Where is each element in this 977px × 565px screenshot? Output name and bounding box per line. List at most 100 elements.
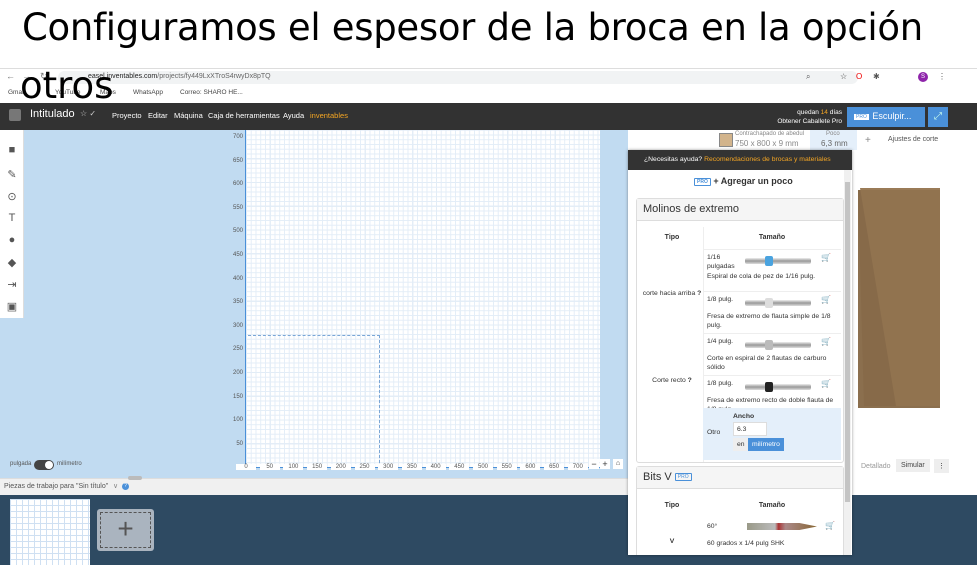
endmill-row[interactable]: 1/16 pulgadas 🛒 Espiral de cola de pez d…: [703, 249, 841, 291]
cube-icon[interactable]: ▣: [4, 300, 20, 316]
menu-proyecto[interactable]: Proyecto: [112, 111, 142, 120]
unit-toggle[interactable]: [34, 460, 54, 470]
add-bit-icon[interactable]: +: [865, 135, 871, 146]
resize-handle[interactable]: [128, 476, 142, 480]
width-input[interactable]: 6.3: [733, 422, 767, 436]
text-icon[interactable]: T: [4, 212, 20, 228]
type-straight: Corte recto ?: [642, 376, 702, 385]
workpiece-thumbnail[interactable]: [10, 499, 90, 565]
add-workpiece-button[interactable]: +: [97, 509, 154, 551]
material-swatch[interactable]: [719, 133, 733, 147]
y-tick-label: 100: [232, 417, 243, 424]
3d-box-icon[interactable]: ◆: [4, 256, 20, 272]
menu-caja-herramientas[interactable]: Caja de herramientas: [208, 111, 280, 120]
favorite-star-icon[interactable]: ☆ ✓: [80, 109, 96, 118]
bit-size: 1/8 pulg.: [707, 296, 734, 303]
more-options-icon[interactable]: ⋮: [934, 459, 949, 473]
import-icon[interactable]: ⇥: [4, 278, 20, 294]
home-icon[interactable]: ⌂: [613, 459, 623, 469]
back-icon[interactable]: ←: [6, 71, 15, 81]
help-icon[interactable]: ?: [122, 483, 129, 490]
apps-icon[interactable]: ●: [4, 234, 20, 250]
help-icon[interactable]: ?: [697, 290, 701, 297]
y-tick-label: 200: [232, 370, 243, 376]
unit-inch-label: pulgada: [10, 461, 32, 467]
upcut-label: corte hacia arriba: [642, 290, 696, 297]
zoom-in-button[interactable]: +: [600, 459, 610, 469]
y-tick-label: 600: [232, 181, 243, 188]
vbit-size[interactable]: 60°: [707, 522, 717, 531]
project-title[interactable]: Intitulado: [30, 108, 75, 120]
star-icon[interactable]: ☆: [840, 72, 847, 81]
target-icon[interactable]: ⊙: [4, 190, 20, 206]
bit-size: 1/8 pulg.: [707, 380, 734, 387]
bookmark-correo[interactable]: Correo: SHARO HE...: [180, 89, 243, 96]
caption-line1: Configuramos el espesor de la broca en l…: [22, 6, 923, 49]
help-question: ¿Necesitas ayuda?: [644, 156, 703, 163]
cart-icon[interactable]: 🛒: [821, 253, 831, 262]
bit-description: Espiral de cola de pez de 1/16 pulg.: [707, 273, 816, 280]
menu-maquina[interactable]: Máquina: [174, 111, 203, 120]
y-tick-label: 150: [232, 393, 243, 400]
add-bit-button[interactable]: PRO + Agregar un poco: [694, 176, 793, 186]
trial-info[interactable]: quedan 14 días Obtener Caballete Pro: [770, 108, 842, 126]
cut-settings-button[interactable]: Ajustes de corte: [888, 136, 938, 143]
search-icon[interactable]: ⌕: [806, 72, 810, 82]
x-tick-label: 450: [449, 464, 470, 470]
material-name[interactable]: Contrachapado de abedul: [735, 131, 804, 137]
cart-icon[interactable]: 🛒: [821, 295, 831, 304]
bit-image: [745, 382, 811, 392]
shapes-icon[interactable]: ■: [4, 144, 20, 160]
x-tick-label: 250: [354, 464, 375, 470]
col-type: Tipo: [664, 234, 680, 241]
menu-editar[interactable]: Editar: [148, 111, 168, 120]
help-icon[interactable]: ?: [688, 377, 692, 384]
url-bar[interactable]: easel.inventables.com/projects/fy449LxXT…: [58, 71, 858, 84]
material-dims[interactable]: 750 x 800 x 9 mm: [735, 139, 799, 148]
endmills-title: Molinos de extremo: [637, 199, 843, 221]
chevron-down-icon[interactable]: ∨: [113, 482, 118, 490]
pro-badge: PRO: [853, 112, 870, 121]
vbits-section: Bits V PRO Tipo Tamaño V 60° 🛒 60 grados…: [636, 466, 844, 555]
x-tick-label: 550: [496, 464, 517, 470]
unit-mm-button[interactable]: milímetro: [748, 438, 784, 451]
x-tick-label: 200: [330, 464, 351, 470]
workpieces-label[interactable]: Piezas de trabajo para "Sin título": [4, 483, 108, 490]
pen-icon[interactable]: ✎: [4, 168, 20, 184]
endmill-row[interactable]: 1/8 pulg. 🛒 Fresa de extremo de flauta s…: [703, 291, 841, 333]
unit-in-button[interactable]: en: [733, 438, 749, 451]
simulate-button[interactable]: Simular: [896, 459, 930, 472]
other-bit-row: Otro Ancho 6.3 en milímetro: [703, 408, 841, 460]
x-tick-label: 700: [567, 464, 588, 470]
x-tick-label: 100: [283, 464, 304, 470]
bit-description: Fresa de extremo de flauta simple de 1/8…: [707, 313, 831, 329]
y-tick-label: 700: [232, 134, 243, 140]
vbit-desc: 60 grados x 1/4 pulg SHK: [707, 540, 785, 547]
detailed-button[interactable]: Detallado: [861, 463, 891, 470]
endmills-section: Molinos de extremo Tipo Tamaño corte hac…: [636, 198, 844, 463]
y-tick-label: 450: [232, 252, 243, 258]
vbits-header: Bits V PRO: [637, 467, 843, 489]
popup-scrollbar[interactable]: [844, 170, 851, 555]
opera-icon[interactable]: O: [856, 72, 862, 81]
y-tick-label: 250: [232, 346, 243, 353]
extensions-icon[interactable]: ✱: [873, 72, 880, 81]
endmill-row[interactable]: 1/4 pulg. 🛒 Corte en espiral de 2 flauta…: [703, 333, 841, 375]
cart-icon[interactable]: 🛒: [825, 521, 835, 530]
cart-icon[interactable]: 🛒: [821, 379, 831, 388]
logo-icon: [9, 109, 21, 121]
profile-avatar[interactable]: S: [918, 72, 928, 82]
bit-image: [745, 298, 811, 308]
brand-link[interactable]: inventables: [310, 111, 348, 120]
menu-icon[interactable]: ⋮: [938, 72, 946, 81]
zoom-out-button[interactable]: −: [589, 459, 599, 469]
vbit-image: [747, 523, 817, 530]
carve-button[interactable]: PRO Esculpir...: [847, 107, 925, 127]
bit-label: Poco: [826, 131, 840, 137]
menu-ayuda[interactable]: Ayuda: [283, 111, 304, 120]
fullscreen-button[interactable]: ⤢: [928, 107, 948, 127]
cart-icon[interactable]: 🛒: [821, 337, 831, 346]
pro-badge: PRO: [674, 473, 692, 482]
bookmark-whatsapp[interactable]: WhatsApp: [133, 89, 163, 96]
recommendations-link[interactable]: Recomendaciones de brocas y materiales: [704, 156, 831, 163]
